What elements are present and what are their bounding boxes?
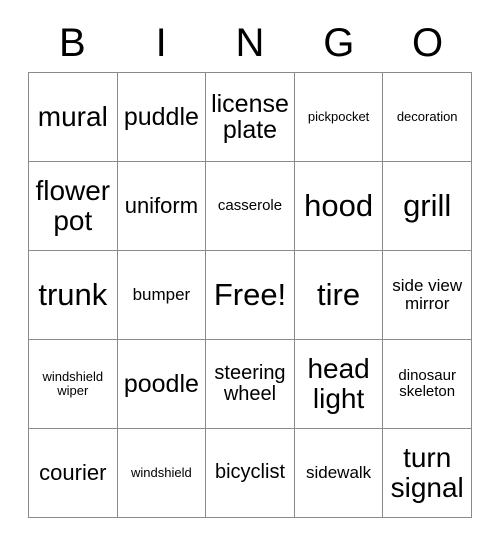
bingo-cell[interactable]: courier xyxy=(29,429,118,518)
bingo-cell[interactable]: uniform xyxy=(117,162,207,251)
bingo-cell[interactable]: casserole xyxy=(206,162,295,251)
bingo-cell-label: decoration xyxy=(396,109,458,125)
bingo-cell[interactable]: turn signal xyxy=(383,429,472,518)
header-letter-i: I xyxy=(155,21,167,65)
bingo-cell-label: hood xyxy=(304,187,374,223)
bingo-cell[interactable]: flower pot xyxy=(29,162,118,251)
bingo-cell[interactable]: steering wheel xyxy=(206,340,295,429)
bingo-cell[interactable]: dinosaur skeleton xyxy=(383,340,472,429)
bingo-cell-label: uniform xyxy=(124,193,199,219)
bingo-grid: mural puddle license plate pickpocket de… xyxy=(28,72,472,518)
bingo-cell-label: pickpocket xyxy=(307,109,370,125)
bingo-cell[interactable]: poodle xyxy=(117,340,207,429)
bingo-cell-label: casserole xyxy=(217,197,283,215)
bingo-cell-label: license plate xyxy=(211,89,289,144)
bingo-cell-label: grill xyxy=(403,187,452,223)
bingo-cell-label: bicyclist xyxy=(214,461,285,484)
bingo-cell-label: steering wheel xyxy=(214,361,286,405)
bingo-cell[interactable]: puddle xyxy=(117,73,207,162)
bingo-cell[interactable]: sidewalk xyxy=(294,429,384,518)
bingo-cell-label: windshield xyxy=(131,465,192,481)
bingo-cell[interactable]: license plate xyxy=(206,73,295,162)
header-letter-n: N xyxy=(235,21,265,65)
bingo-cell-label: Free! xyxy=(213,276,287,312)
bingo-cell-label: mural xyxy=(37,101,108,133)
bingo-cell[interactable]: mural xyxy=(29,73,118,162)
header-letter-o: O xyxy=(412,21,444,65)
bingo-cell[interactable]: pickpocket xyxy=(294,73,384,162)
bingo-cell-label: poodle xyxy=(123,369,199,398)
bingo-cell[interactable]: side view mirror xyxy=(383,251,472,340)
bingo-cell-label: sidewalk xyxy=(305,462,372,482)
bingo-cell-label: turn signal xyxy=(390,442,464,503)
bingo-cell[interactable]: hood xyxy=(294,162,384,251)
bingo-cell-label: tire xyxy=(317,276,361,312)
bingo-cell-free[interactable]: Free! xyxy=(206,251,295,340)
bingo-cell[interactable]: bicyclist xyxy=(206,429,295,518)
bingo-header: B I N G O xyxy=(28,14,472,72)
bingo-cell[interactable]: tire xyxy=(294,251,384,340)
bingo-cell[interactable]: windshield xyxy=(117,429,207,518)
bingo-cell[interactable]: decoration xyxy=(383,73,472,162)
bingo-card: B I N G O mural puddle license plate pic… xyxy=(28,14,472,518)
bingo-cell[interactable]: windshield wiper xyxy=(29,340,118,429)
bingo-cell[interactable]: grill xyxy=(383,162,472,251)
bingo-cell-label: head light xyxy=(307,353,370,414)
bingo-cell[interactable]: head light xyxy=(294,340,384,429)
bingo-cell-label: flower pot xyxy=(35,175,111,236)
header-letter-b: B xyxy=(59,21,86,65)
bingo-cell-label: windshield wiper xyxy=(42,369,104,398)
bingo-cell[interactable]: trunk xyxy=(29,251,118,340)
header-letter-g: G xyxy=(323,21,355,65)
bingo-cell-label: dinosaur skeleton xyxy=(398,367,456,400)
bingo-cell-label: bumper xyxy=(132,284,191,304)
bingo-cell-label: side view mirror xyxy=(392,275,463,313)
bingo-cell-label: trunk xyxy=(38,276,108,312)
bingo-cell-label: puddle xyxy=(123,102,199,131)
bingo-cell-label: courier xyxy=(39,460,107,486)
bingo-cell[interactable]: bumper xyxy=(117,251,207,340)
